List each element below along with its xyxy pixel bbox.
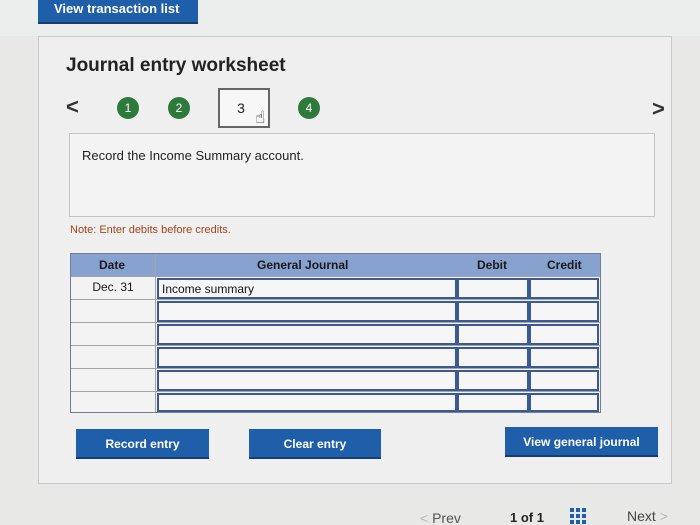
pager-prev-label: Prev bbox=[432, 510, 461, 525]
header-date: Date bbox=[99, 258, 126, 272]
header-credit: Credit bbox=[547, 258, 582, 272]
clear-entry-button[interactable]: Clear entry bbox=[249, 429, 381, 459]
table-row bbox=[71, 299, 600, 322]
date-cell[interactable]: Dec. 31 bbox=[71, 280, 155, 294]
step-2-button[interactable]: 2 bbox=[168, 97, 190, 119]
worksheet-title: Journal entry worksheet bbox=[66, 55, 286, 76]
journal-input[interactable] bbox=[157, 324, 457, 345]
journal-table: Date General Journal Debit Credit Dec. 3… bbox=[70, 253, 601, 413]
debit-input[interactable] bbox=[457, 278, 529, 299]
view-general-journal-button[interactable]: View general journal bbox=[505, 427, 658, 457]
credit-input[interactable] bbox=[529, 370, 599, 391]
credit-input[interactable] bbox=[529, 278, 599, 299]
pager-next-label: Next bbox=[627, 508, 656, 524]
pager-next-button[interactable]: Next > bbox=[627, 508, 668, 524]
top-bar: View transaction list bbox=[0, 0, 700, 36]
credit-input[interactable] bbox=[529, 393, 599, 412]
credit-input[interactable] bbox=[529, 301, 599, 322]
column-divider bbox=[155, 254, 156, 412]
table-header: Date General Journal Debit Credit bbox=[71, 254, 600, 276]
table-row bbox=[71, 322, 600, 345]
step-4-button[interactable]: 4 bbox=[298, 97, 320, 119]
journal-input[interactable] bbox=[157, 370, 457, 391]
debit-input[interactable] bbox=[457, 393, 529, 412]
chevron-right-icon: > bbox=[659, 508, 668, 524]
grid-icon[interactable] bbox=[570, 508, 586, 524]
next-step-arrow[interactable]: > bbox=[652, 96, 665, 122]
record-entry-button[interactable]: Record entry bbox=[76, 429, 209, 459]
pager: < Prev 1 of 1 Next > bbox=[0, 500, 700, 525]
debit-input[interactable] bbox=[457, 347, 529, 368]
pager-prev-button[interactable]: < Prev bbox=[420, 510, 461, 525]
debit-input[interactable] bbox=[457, 324, 529, 345]
hand-pointer-icon: ☝ bbox=[255, 108, 266, 127]
table-row bbox=[71, 345, 600, 368]
instruction-text: Record the Income Summary account. bbox=[82, 148, 304, 163]
credit-input[interactable] bbox=[529, 347, 599, 368]
prev-step-arrow[interactable]: < bbox=[66, 94, 79, 120]
step-1-button[interactable]: 1 bbox=[117, 97, 139, 119]
journal-input[interactable] bbox=[157, 301, 457, 322]
debit-input[interactable] bbox=[457, 301, 529, 322]
instruction-box bbox=[69, 133, 655, 217]
journal-input[interactable] bbox=[157, 393, 457, 412]
table-row bbox=[71, 391, 600, 412]
journal-input[interactable]: Income summary bbox=[157, 278, 457, 299]
journal-input[interactable] bbox=[157, 347, 457, 368]
table-row: Dec. 31 Income summary bbox=[71, 276, 600, 299]
debit-credit-note: Note: Enter debits before credits. bbox=[70, 224, 231, 236]
view-transaction-list-button[interactable]: View transaction list bbox=[38, 0, 198, 24]
page-count: 1 of 1 bbox=[510, 510, 544, 525]
header-debit: Debit bbox=[477, 258, 507, 272]
credit-input[interactable] bbox=[529, 324, 599, 345]
debit-input[interactable] bbox=[457, 370, 529, 391]
header-general-journal: General Journal bbox=[257, 258, 349, 272]
table-row bbox=[71, 368, 600, 391]
chevron-left-icon: < bbox=[420, 510, 429, 525]
